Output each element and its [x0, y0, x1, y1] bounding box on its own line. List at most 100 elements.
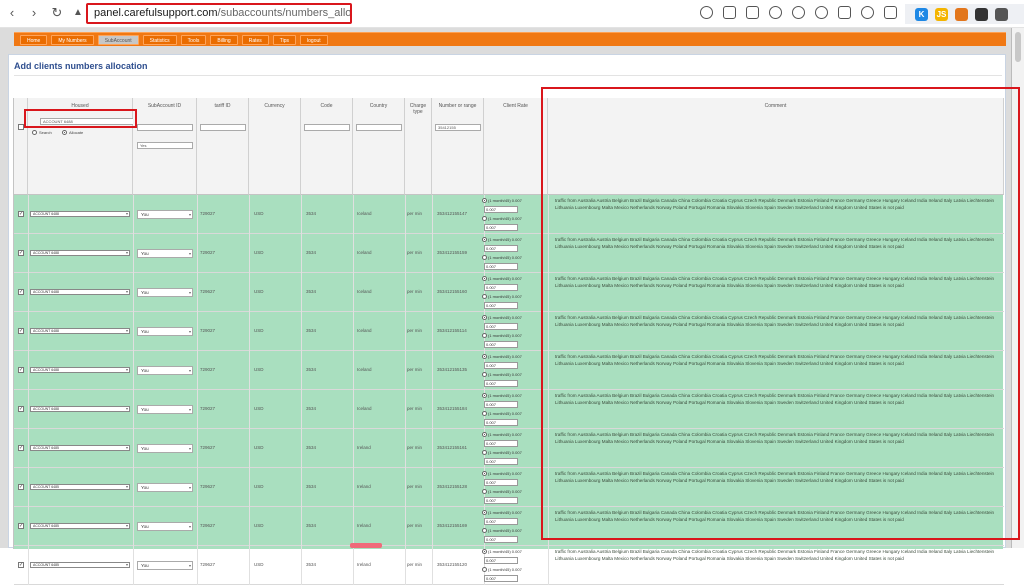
- account-select[interactable]: ACCOUNT 6485 ▾: [30, 562, 130, 568]
- subaccount-select[interactable]: You ▾: [137, 483, 193, 492]
- account-select[interactable]: ACCOUNT 6488 ▾: [30, 367, 130, 373]
- subaccount-filter-input[interactable]: [137, 124, 193, 131]
- rate-input-2[interactable]: 0.007: [484, 497, 518, 504]
- row-checkbox[interactable]: ✓: [18, 211, 24, 217]
- account-select[interactable]: ACCOUNT 6485 ▾: [30, 523, 130, 529]
- rate-input-2[interactable]: 0.007: [484, 263, 518, 270]
- rate-option-radio[interactable]: [482, 237, 487, 242]
- play-icon[interactable]: [792, 6, 805, 19]
- rate-input[interactable]: 0.007: [484, 245, 518, 252]
- subaccount-filter-select[interactable]: Yes: [137, 142, 193, 149]
- rate-option-radio-2[interactable]: [482, 528, 487, 533]
- rate-input[interactable]: 0.007: [484, 401, 518, 408]
- rate-input-2[interactable]: 0.007: [484, 224, 518, 231]
- rate-input[interactable]: 0.007: [484, 557, 518, 564]
- subaccount-select[interactable]: You ▾: [137, 210, 193, 219]
- number-filter-input[interactable]: 35412155: [435, 124, 481, 131]
- rate-option-radio-2[interactable]: [482, 567, 487, 572]
- account-select[interactable]: ACCOUNT 6488 ▾: [30, 211, 130, 217]
- subaccount-select[interactable]: You ▾: [137, 249, 193, 258]
- rate-option-radio[interactable]: [482, 432, 487, 437]
- subaccount-select[interactable]: You ▾: [137, 288, 193, 297]
- rate-option-radio-2[interactable]: [482, 411, 487, 416]
- account-select[interactable]: ACCOUNT 6488 ▾: [30, 328, 130, 334]
- subaccount-select[interactable]: You ▾: [137, 561, 193, 570]
- row-checkbox[interactable]: ✓: [18, 328, 24, 334]
- subaccount-select[interactable]: You ▾: [137, 522, 193, 531]
- rate-input[interactable]: 0.007: [484, 479, 518, 486]
- rate-option-radio-2[interactable]: [482, 489, 487, 494]
- subaccount-select[interactable]: You ▾: [137, 327, 193, 336]
- menu-tips[interactable]: Tips: [272, 34, 297, 45]
- rate-option-radio[interactable]: [482, 315, 487, 320]
- account-select[interactable]: ACCOUNT 6485 ▾: [30, 484, 130, 490]
- rate-option-radio-2[interactable]: [482, 294, 487, 299]
- scroll-thumb[interactable]: [1015, 32, 1021, 62]
- edit-icon[interactable]: [723, 6, 736, 19]
- zoom-icon[interactable]: [700, 6, 713, 19]
- rate-option-radio[interactable]: [482, 354, 487, 359]
- account-select[interactable]: ACCOUNT 6488 ▾: [30, 406, 130, 412]
- reload-icon[interactable]: ↻: [49, 5, 65, 21]
- menu-rates[interactable]: Rates: [241, 34, 269, 45]
- subaccount-select[interactable]: You ▾: [137, 366, 193, 375]
- rate-option-radio-2[interactable]: [482, 216, 487, 221]
- horizontal-scroll-thumb[interactable]: [350, 543, 382, 548]
- rate-input-2[interactable]: 0.007: [484, 380, 518, 387]
- lock-icon[interactable]: ▲: [70, 5, 86, 21]
- extension-k-icon[interactable]: K: [915, 7, 928, 21]
- row-checkbox[interactable]: ✓: [18, 406, 24, 412]
- heart-icon[interactable]: [815, 6, 828, 19]
- shield-icon[interactable]: [769, 6, 782, 19]
- extensions-icon[interactable]: [884, 6, 897, 19]
- rate-input-2[interactable]: 0.007: [484, 341, 518, 348]
- account-select[interactable]: ACCOUNT 6485 ▾: [30, 445, 130, 451]
- rate-option-radio[interactable]: [482, 393, 487, 398]
- rate-option-radio-2[interactable]: [482, 333, 487, 338]
- menu-home[interactable]: Home: [20, 34, 48, 45]
- rate-input-2[interactable]: 0.007: [484, 575, 518, 582]
- rate-option-radio-2[interactable]: [482, 450, 487, 455]
- row-checkbox[interactable]: ✓: [18, 523, 24, 529]
- row-checkbox[interactable]: ✓: [18, 445, 24, 451]
- puzzle-icon[interactable]: [995, 7, 1008, 21]
- row-checkbox[interactable]: ✓: [18, 562, 24, 568]
- rate-input-2[interactable]: 0.007: [484, 302, 518, 309]
- subaccount-select[interactable]: You ▾: [137, 444, 193, 453]
- download-icon[interactable]: [838, 6, 851, 19]
- rate-input[interactable]: 0.007: [484, 323, 518, 330]
- country-filter-input[interactable]: [356, 124, 402, 131]
- rate-input[interactable]: 0.007: [484, 284, 518, 291]
- dark-extension-icon[interactable]: [975, 7, 988, 21]
- menu-billing[interactable]: Billing: [210, 34, 238, 45]
- address-bar[interactable]: panel.carefulsupport.com/subaccounts/num…: [86, 3, 352, 24]
- forward-icon[interactable]: ›: [26, 5, 42, 21]
- menu-my-numbers[interactable]: My Numbers: [51, 34, 94, 45]
- toggle-icon[interactable]: [861, 6, 874, 19]
- row-checkbox[interactable]: ✓: [18, 289, 24, 295]
- rate-option-radio[interactable]: [482, 198, 487, 203]
- account-select[interactable]: ACCOUNT 6488 ▾: [30, 250, 130, 256]
- rate-input[interactable]: 0.007: [484, 440, 518, 447]
- rate-input[interactable]: 0.007: [484, 206, 518, 213]
- search-radio[interactable]: [32, 130, 37, 135]
- screenshot-icon[interactable]: [746, 6, 759, 19]
- allocate-radio[interactable]: [62, 130, 67, 135]
- menu-logout[interactable]: logout: [300, 34, 328, 45]
- tariff-filter-input[interactable]: [200, 124, 246, 131]
- rate-input-2[interactable]: 0.007: [484, 458, 518, 465]
- rate-input-2[interactable]: 0.007: [484, 419, 518, 426]
- rate-option-radio-2[interactable]: [482, 255, 487, 260]
- menu-tools[interactable]: Tools: [180, 34, 207, 45]
- menu-subaccount[interactable]: SubAccount: [97, 34, 139, 45]
- account-select[interactable]: ACCOUNT 6488 ▾: [30, 289, 130, 295]
- rate-option-radio[interactable]: [482, 471, 487, 476]
- rate-input-2[interactable]: 0.007: [484, 536, 518, 543]
- code-filter-input[interactable]: [304, 124, 350, 131]
- menu-statistics[interactable]: Statistics: [142, 34, 177, 45]
- extension-js-icon[interactable]: JS: [935, 7, 948, 21]
- subaccount-select[interactable]: You ▾: [137, 405, 193, 414]
- fox-extension-icon[interactable]: [955, 7, 968, 21]
- rate-input[interactable]: 0.007: [484, 362, 518, 369]
- row-checkbox[interactable]: ✓: [18, 367, 24, 373]
